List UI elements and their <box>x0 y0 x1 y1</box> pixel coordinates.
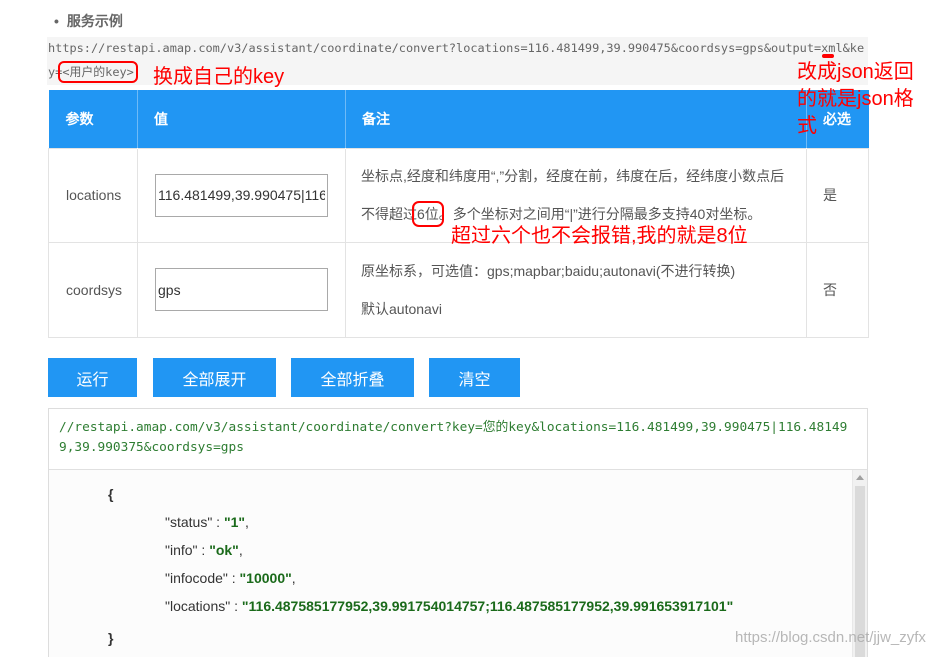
param-required: 是 <box>806 147 869 243</box>
json-value: "ok" <box>209 542 239 558</box>
param-name: locations <box>48 147 138 243</box>
highlighted-decimal-limit: 6位 <box>412 201 444 227</box>
json-key: "info" <box>165 542 198 558</box>
json-line-info: "info" : "ok", <box>49 536 867 564</box>
json-value: "116.487585177952,39.991754014757;116.48… <box>241 598 734 614</box>
expand-all-button[interactable]: 全部展开 <box>153 358 276 397</box>
note-line: 原坐标系，可选值：gps;mapbar;baidu;autonavi(不进行转换… <box>361 262 736 279</box>
table-row: coordsys 原坐标系，可选值：gps;mapbar;baidu;auton… <box>48 241 869 338</box>
collapse-all-button[interactable]: 全部折叠 <box>291 358 414 397</box>
json-separator: : <box>227 570 240 586</box>
annotation-json-output: 改成json返回的就是json格式 <box>797 61 914 137</box>
xml-underline-mark <box>822 54 834 58</box>
param-name: coordsys <box>48 241 138 338</box>
clear-button[interactable]: 清空 <box>429 358 520 397</box>
param-note: 原坐标系，可选值：gps;mapbar;baidu;autonavi(不进行转换… <box>345 241 807 338</box>
key-placeholder: <用户的key> <box>58 61 138 83</box>
param-value-cell <box>137 241 346 338</box>
result-panel: //restapi.amap.com/v3/assistant/coordina… <box>48 408 868 657</box>
annotation-replace-key: 换成自己的key <box>153 66 285 88</box>
header-note: 备注 <box>345 90 807 148</box>
coordsys-input[interactable] <box>155 268 328 311</box>
json-separator: : <box>230 598 242 614</box>
note-text: 不得超过 <box>361 206 417 222</box>
json-value: "1" <box>223 514 246 530</box>
scroll-up-arrow-icon[interactable] <box>856 475 864 480</box>
param-required: 否 <box>806 241 869 338</box>
result-request-url: //restapi.amap.com/v3/assistant/coordina… <box>59 420 848 455</box>
header-value: 值 <box>137 90 346 148</box>
json-open-brace: { <box>108 486 114 502</box>
run-button[interactable]: 运行 <box>48 358 137 397</box>
param-value-cell <box>137 147 346 243</box>
section-title: • 服务示例 <box>54 12 123 30</box>
section-title-text: 服务示例 <box>66 13 123 29</box>
annotation-decimal-places: 超过六个也不会报错,我的就是8位 <box>451 225 748 247</box>
note-line: 默认autonavi <box>361 300 442 317</box>
json-comma: , <box>238 542 243 558</box>
note-line: 坐标点,经度和纬度用“,”分割，经度在前，纬度在后，经纬度小数点后 <box>361 168 785 184</box>
json-key: "infocode" <box>165 570 228 586</box>
json-comma: , <box>291 570 296 586</box>
locations-input[interactable] <box>155 173 328 217</box>
json-value: "10000" <box>239 570 292 586</box>
json-separator: : <box>212 514 224 530</box>
json-separator: : <box>197 542 210 558</box>
header-param: 参数 <box>48 90 138 148</box>
json-key: "status" <box>165 514 213 530</box>
params-table: 参数 值 备注 必选 locations 坐标点,经度和纬度用“,”分割，经度在… <box>48 90 869 338</box>
json-line-status: "status" : "1", <box>49 508 867 536</box>
json-line-infocode: "infocode" : "10000", <box>49 564 867 592</box>
json-line-locations: "locations" : "116.487585177952,39.99175… <box>49 592 867 620</box>
watermark: https://blog.csdn.net/jjw_zyfx <box>735 629 926 646</box>
bullet-icon: • <box>54 13 59 29</box>
json-comma: , <box>245 514 249 530</box>
note-text: 。多个坐标对之间用“|”进行分隔最多支持40对坐标。 <box>438 206 762 222</box>
json-key: "locations" <box>165 598 231 614</box>
table-header-row: 参数 值 备注 必选 <box>48 90 869 148</box>
